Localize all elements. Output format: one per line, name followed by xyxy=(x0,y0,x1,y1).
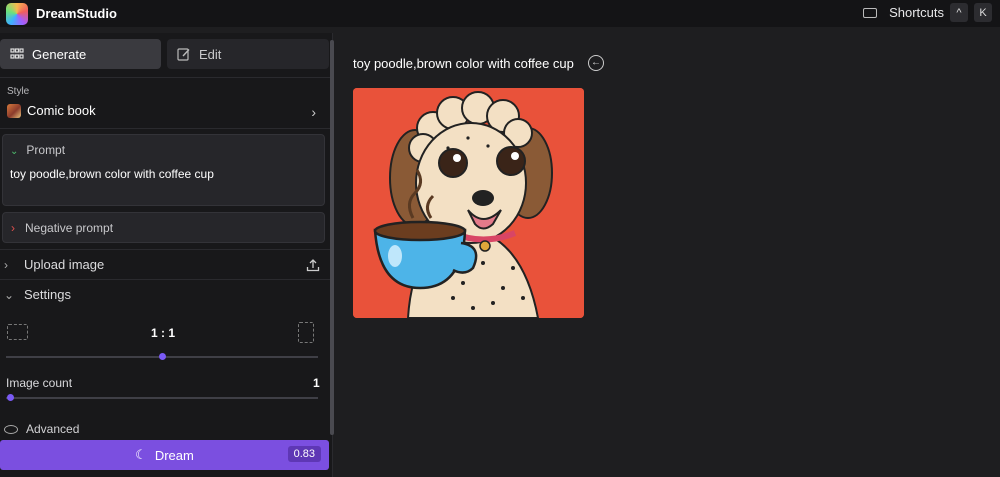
settings-label: Settings xyxy=(24,287,71,302)
prompt-label: Prompt xyxy=(26,143,66,157)
prompt-input[interactable]: toy poodle,brown color with coffee cup xyxy=(10,167,214,181)
dreamstudio-logo-icon xyxy=(6,2,28,25)
style-value: Comic book xyxy=(27,103,96,118)
prompt-section[interactable]: ⌄ Prompt toy poodle,brown color with coff… xyxy=(2,134,325,206)
shortcuts-button[interactable]: Shortcuts ^ K xyxy=(863,3,992,22)
tab-edit[interactable]: Edit xyxy=(167,39,329,69)
arrow-left-circle-icon[interactable]: ← xyxy=(588,55,604,71)
edit-icon xyxy=(177,48,190,61)
chevron-right-icon: › xyxy=(11,220,15,235)
style-label: Style xyxy=(7,86,30,97)
shortcut-key-k: K xyxy=(974,3,992,22)
tab-edit-label: Edit xyxy=(199,46,222,62)
sidebar-scrollbar[interactable] xyxy=(330,40,334,435)
prompt-header[interactable]: ⌄ Prompt xyxy=(10,143,65,157)
negative-prompt-label: Negative prompt xyxy=(25,220,114,235)
settings-row[interactable]: ⌄ Settings xyxy=(0,279,330,309)
top-bar: DreamStudio Shortcuts ^ K xyxy=(0,0,1000,27)
chevron-down-icon: ⌄ xyxy=(4,287,15,302)
style-selector[interactable]: Style Comic book › xyxy=(0,77,330,129)
aspect-ratio-slider-handle[interactable] xyxy=(158,353,166,360)
dream-label: Dream xyxy=(154,447,194,463)
portrait-ratio-icon[interactable] xyxy=(298,322,314,343)
sidebar: Generate Edit Style Comic book › ⌄ Prompt… xyxy=(0,33,333,477)
generated-image[interactable] xyxy=(353,88,584,318)
advanced-toggle[interactable]: Advanced xyxy=(4,422,79,436)
landscape-ratio-icon[interactable] xyxy=(7,324,28,340)
chevron-right-icon: › xyxy=(4,257,8,272)
style-thumbnail xyxy=(7,104,21,118)
shortcuts-label: Shortcuts xyxy=(889,5,944,20)
grid-icon xyxy=(10,48,24,59)
advanced-label: Advanced xyxy=(26,422,80,436)
chevron-down-icon: ⌄ xyxy=(10,146,19,157)
chevron-right-icon: › xyxy=(311,104,316,120)
result-prompt-title: toy poodle,brown color with coffee cup xyxy=(353,56,574,71)
moon-icon: ☾ xyxy=(135,447,147,462)
upload-image-row[interactable]: › Upload image xyxy=(0,249,330,279)
tab-generate-label: Generate xyxy=(32,46,87,62)
tab-generate[interactable]: Generate xyxy=(0,39,161,69)
image-count-slider-handle[interactable] xyxy=(7,394,14,401)
negative-prompt-section[interactable]: › Negative prompt xyxy=(2,212,325,243)
image-count-label: Image count xyxy=(6,376,73,390)
poodle-illustration xyxy=(353,88,584,318)
upload-icon[interactable] xyxy=(306,258,320,272)
image-count-value: 1 xyxy=(313,376,320,390)
shortcut-key-ctrl: ^ xyxy=(950,3,968,22)
credit-cost-badge: 0.83 xyxy=(287,446,321,462)
upload-image-label: Upload image xyxy=(24,257,105,272)
dream-button[interactable]: ☾ Dream 0.83 xyxy=(0,440,329,470)
mode-tabs: Generate Edit xyxy=(0,39,330,71)
keyboard-icon xyxy=(863,7,878,18)
eye-icon xyxy=(4,424,18,434)
app-title: DreamStudio xyxy=(36,6,117,21)
image-count-slider[interactable] xyxy=(6,397,318,399)
aspect-ratio-value: 1 : 1 xyxy=(151,326,176,340)
